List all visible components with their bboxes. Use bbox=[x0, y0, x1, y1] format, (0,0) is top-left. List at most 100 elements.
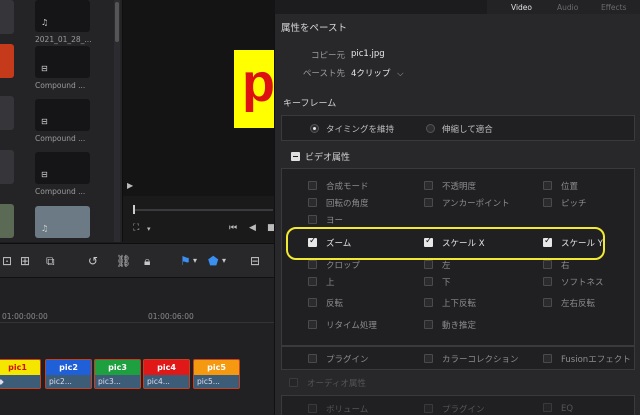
attr-softness[interactable]: ソフトネス bbox=[543, 276, 604, 288]
video-attributes-title: ビデオ属性 bbox=[305, 153, 351, 163]
replace-icon[interactable]: ⧉ bbox=[46, 254, 55, 269]
collapse-video-attributes-icon[interactable] bbox=[291, 152, 300, 161]
insert-icon[interactable]: ⊡ bbox=[2, 254, 12, 268]
play-reverse-icon[interactable]: ◀ bbox=[249, 223, 256, 233]
timeline-toolbar: ⊡ ⊞ ⧉ ↺ ⛓ 🔒︎ ⚑ ▾ ⬟ ▾ ⊟ bbox=[0, 244, 274, 278]
attr-anchor-point[interactable]: アンカーポイント bbox=[424, 197, 510, 209]
media-clip-label: Compound ... bbox=[35, 187, 86, 196]
tab-effects[interactable]: Effects bbox=[601, 3, 627, 12]
attr-label: 回転の角度 bbox=[326, 199, 369, 209]
keyframes-title: キーフレーム bbox=[283, 99, 337, 109]
attr-rotation-angle[interactable]: 回転の角度 bbox=[308, 197, 369, 209]
overwrite-icon[interactable]: ⊞ bbox=[20, 254, 30, 268]
attr-pitch[interactable]: ピッチ bbox=[543, 197, 587, 209]
timeline-clip[interactable]: pic5 pic5... bbox=[193, 359, 240, 389]
tab-audio[interactable]: Audio bbox=[557, 3, 578, 12]
lock-icon[interactable]: 🔒︎ bbox=[144, 254, 150, 269]
timeline-clip-sub: pic4... bbox=[144, 375, 189, 388]
audio-attributes-panel: ボリューム プラグイン EQ bbox=[281, 395, 635, 415]
link-icon[interactable]: ⛓ bbox=[116, 254, 131, 268]
marker-icon[interactable]: ⬟ bbox=[208, 254, 218, 268]
media-clip[interactable]: ♫ 2021_01_28_... bbox=[35, 0, 92, 44]
highlight-outline bbox=[286, 227, 605, 260]
attr-motion-estimation[interactable]: 動き推定 bbox=[424, 319, 476, 331]
stretch-fit-radio[interactable]: 伸縮して適合 bbox=[426, 123, 493, 135]
snapping-icon[interactable]: ↺ bbox=[88, 254, 98, 268]
attr-eq[interactable]: EQ bbox=[543, 403, 573, 414]
attr-label: クロップ bbox=[326, 261, 361, 271]
attr-label: 上下反転 bbox=[442, 299, 477, 309]
paste-target-label: ペースト先 bbox=[302, 69, 345, 79]
flag-icon[interactable]: ⚑ bbox=[180, 254, 191, 268]
zoom-icon[interactable]: ⊟ bbox=[250, 254, 260, 268]
timeline-clip[interactable]: pic4 pic4... bbox=[143, 359, 190, 389]
clip-thumbnail[interactable] bbox=[0, 204, 14, 238]
attr-retime-process[interactable]: リタイム処理 bbox=[308, 319, 377, 331]
clip-thumbnail[interactable] bbox=[0, 150, 14, 184]
attr-flip-horizontal[interactable]: 左右反転 bbox=[543, 297, 595, 309]
attr-crop[interactable]: クロップ bbox=[308, 259, 360, 271]
media-clip[interactable]: ⊟ Compound ... bbox=[35, 152, 90, 196]
attr-composite-mode[interactable]: 合成モード bbox=[308, 180, 369, 192]
keep-timing-radio[interactable]: タイミングを維持 bbox=[310, 123, 394, 135]
viewer-scrubber[interactable] bbox=[133, 209, 273, 211]
clip-thumbnail[interactable] bbox=[0, 96, 14, 130]
media-clip[interactable]: ⊟ Compound ... bbox=[35, 99, 90, 143]
attr-label: Fusionエフェクト bbox=[561, 355, 631, 365]
timeline-clip-sub: ◆ bbox=[0, 375, 40, 388]
viewer-controls: ⛶ ▾ ⏮ ◀ ■ bbox=[133, 223, 276, 237]
attr-flip[interactable]: 反転 bbox=[308, 297, 343, 309]
attr-fusion-effect[interactable]: Fusionエフェクト bbox=[543, 353, 631, 365]
attr-right[interactable]: 右 bbox=[543, 259, 570, 271]
attr-position[interactable]: 位置 bbox=[543, 180, 578, 192]
attr-opacity[interactable]: 不透明度 bbox=[424, 180, 476, 192]
attr-label: 合成モード bbox=[326, 182, 369, 192]
media-clip[interactable]: ⊟ Compound ... bbox=[35, 46, 90, 90]
attr-label: プラグイン bbox=[442, 405, 485, 415]
media-clip-label: 2021_01_28_... bbox=[35, 35, 92, 44]
media-clip[interactable]: ♫ bbox=[35, 206, 90, 238]
attr-label: 位置 bbox=[561, 182, 579, 192]
chevron-down-icon[interactable]: ▾ bbox=[222, 256, 226, 265]
attr-audio-plugin[interactable]: プラグイン bbox=[424, 403, 485, 415]
chevron-down-icon[interactable]: ▾ bbox=[147, 225, 151, 233]
clip-thumbnail[interactable] bbox=[0, 44, 14, 78]
audio-attributes-toggle[interactable]: オーディオ属性 bbox=[289, 377, 366, 389]
media-pool-scrollbar[interactable] bbox=[114, 0, 120, 242]
attr-yaw[interactable]: ヨー bbox=[308, 214, 343, 226]
timeline-clip-name: pic2 bbox=[46, 360, 91, 375]
attr-color-correction[interactable]: カラーコレクション bbox=[424, 353, 519, 365]
timeline-clip[interactable]: pic2 pic2... bbox=[45, 359, 92, 389]
attr-label: 左右反転 bbox=[561, 299, 596, 309]
crop-icon[interactable]: ⛶ bbox=[133, 223, 139, 233]
timeline-clip[interactable]: pic1 ◆ bbox=[0, 359, 41, 389]
attr-left[interactable]: 左 bbox=[424, 259, 451, 271]
dialog-title: 属性をペースト bbox=[281, 23, 348, 34]
media-clip-label: Compound ... bbox=[35, 81, 86, 90]
jump-start-icon[interactable]: ⏮ bbox=[229, 223, 237, 233]
timeline-clip[interactable]: pic3 pic3... bbox=[94, 359, 141, 389]
attr-label: カラーコレクション bbox=[442, 355, 519, 365]
timeline-clip-name: pic3 bbox=[95, 360, 140, 375]
attr-label: 反転 bbox=[326, 299, 344, 309]
keyframes-panel: タイミングを維持 伸縮して適合 bbox=[281, 115, 635, 141]
timeline-clip-name: pic5 bbox=[194, 360, 239, 375]
video-attributes-extra-panel: プラグイン カラーコレクション Fusionエフェクト bbox=[281, 346, 635, 370]
tab-video[interactable]: Video bbox=[511, 3, 532, 12]
attr-flip-vertical[interactable]: 上下反転 bbox=[424, 297, 476, 309]
attr-label: プラグイン bbox=[326, 355, 369, 365]
keep-timing-label: タイミングを維持 bbox=[326, 125, 395, 135]
attr-plugin[interactable]: プラグイン bbox=[308, 353, 369, 365]
attr-volume[interactable]: ボリューム bbox=[308, 403, 368, 415]
copy-source-value: pic1.jpg bbox=[351, 49, 385, 59]
playhead-handle[interactable] bbox=[133, 205, 135, 214]
clip-thumbnail[interactable] bbox=[0, 0, 14, 34]
timeline-ruler[interactable]: 01:00:00:00 01:00:06:00 bbox=[0, 304, 274, 330]
paste-target-value: 4クリップ bbox=[351, 69, 391, 79]
attr-bottom[interactable]: 下 bbox=[424, 276, 451, 288]
attr-top[interactable]: 上 bbox=[308, 276, 335, 288]
paste-target-dropdown[interactable]: 4クリップ ⌵ bbox=[351, 67, 404, 79]
compound-clip-icon: ⊟ bbox=[41, 64, 48, 73]
attr-label: リタイム処理 bbox=[326, 321, 377, 331]
chevron-down-icon[interactable]: ▾ bbox=[193, 256, 197, 265]
